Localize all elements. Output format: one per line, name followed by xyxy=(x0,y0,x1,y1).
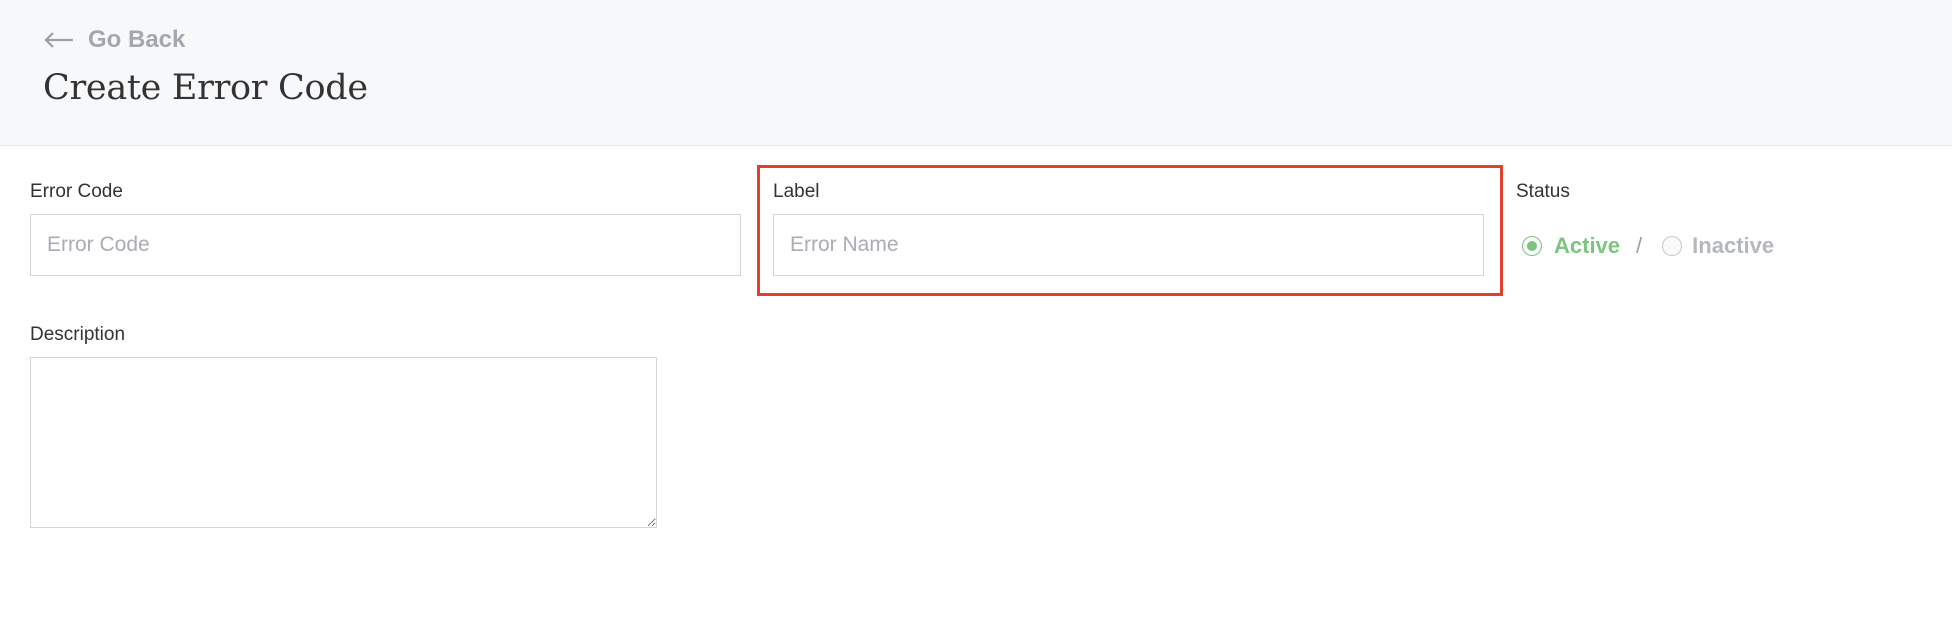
error-code-input[interactable] xyxy=(30,214,741,276)
label-field-label: Label xyxy=(773,181,820,202)
description-textarea[interactable] xyxy=(30,357,657,528)
status-separator: / xyxy=(1636,233,1643,258)
label-input[interactable] xyxy=(773,214,1484,276)
status-inactive-label[interactable]: Inactive xyxy=(1692,232,1774,260)
status-inactive-radio[interactable] xyxy=(1662,236,1683,256)
status-label: Status xyxy=(1516,181,1570,202)
page-header: Go Back Create Error Code xyxy=(0,0,1952,146)
go-back-link[interactable]: Go Back xyxy=(44,24,185,56)
status-active-label[interactable]: Active xyxy=(1554,232,1620,260)
error-code-label: Error Code xyxy=(30,181,123,202)
arrow-left-icon xyxy=(44,32,74,48)
description-label: Description xyxy=(30,324,126,345)
go-back-label: Go Back xyxy=(88,26,186,53)
page-title: Create Error Code xyxy=(43,68,368,108)
status-active-radio[interactable] xyxy=(1522,236,1542,256)
status-radio-group: Active / Inactive xyxy=(1522,232,1774,260)
